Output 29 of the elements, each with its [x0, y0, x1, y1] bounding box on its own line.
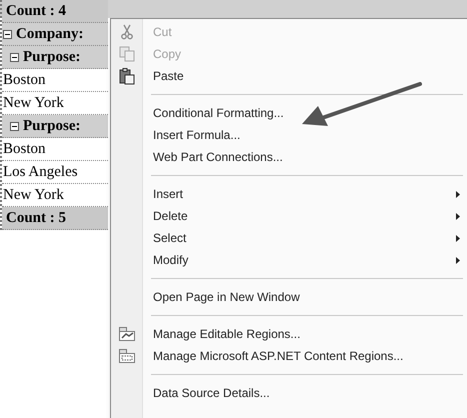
group-label: Company: [16, 24, 84, 44]
menu-item[interactable]: Insert [111, 183, 467, 205]
collapse-icon[interactable] [3, 30, 12, 38]
collapse-icon[interactable] [10, 122, 19, 130]
submenu-arrow-icon [456, 256, 460, 264]
clipboard-icon [119, 68, 135, 84]
submenu-arrow-icon [456, 190, 460, 198]
menu-item[interactable]: Conditional Formatting... [111, 102, 467, 124]
copy-icon [119, 46, 135, 62]
menu-item[interactable]: Paste [111, 65, 467, 87]
count-row: Count : 4 [2, 0, 108, 23]
region-icon [119, 327, 135, 341]
scissors-icon [120, 24, 134, 40]
group-label: Purpose: [23, 116, 80, 136]
group-label: Purpose: [23, 48, 80, 67]
menu-item[interactable]: Modify [111, 249, 467, 271]
collapse-icon[interactable] [10, 52, 19, 62]
menu-item[interactable]: Delete [111, 205, 467, 227]
menu-item[interactable]: Open Page in New Window [111, 286, 467, 308]
menu-item[interactable]: Insert Formula... [111, 124, 467, 146]
count-row: Count : 5 [2, 207, 108, 230]
menu-item[interactable]: Manage Microsoft ASP.NET Content Regions... [111, 345, 467, 367]
menu-item[interactable]: Data Source Details... [111, 382, 467, 404]
submenu-arrow-icon [456, 212, 460, 220]
menu-item[interactable]: Web Part Connections... [111, 146, 467, 168]
region-icon [119, 349, 135, 363]
menu-item[interactable]: Select [111, 227, 467, 249]
menu-item[interactable]: Manage Editable Regions... [111, 323, 467, 345]
submenu-arrow-icon [456, 234, 460, 242]
